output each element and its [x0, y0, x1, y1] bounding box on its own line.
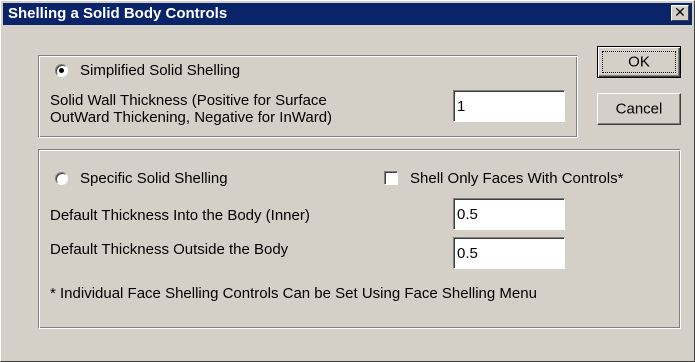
cancel-button[interactable]: Cancel: [597, 93, 681, 125]
dialog-window: Shelling a Solid Body Controls ✕ Simplif…: [0, 0, 695, 362]
wall-thickness-label-line2: OutWard Thickening, Negative for InWard): [50, 109, 333, 126]
simplified-shelling-label[interactable]: Simplified Solid Shelling: [80, 62, 240, 80]
wall-thickness-input[interactable]: [453, 90, 565, 122]
inner-thickness-input[interactable]: [453, 198, 565, 230]
shell-only-faces-checkbox[interactable]: [384, 171, 398, 185]
shell-only-faces-label[interactable]: Shell Only Faces With Controls*: [410, 170, 623, 188]
footnote-text: * Individual Face Shelling Controls Can …: [50, 285, 537, 302]
ok-button[interactable]: OK: [597, 46, 681, 78]
cancel-button-label: Cancel: [615, 100, 663, 118]
inner-thickness-label: Default Thickness Into the Body (Inner): [50, 207, 310, 224]
outer-thickness-input[interactable]: [453, 237, 565, 269]
wall-thickness-label-line1: Solid Wall Thickness (Positive for Surfa…: [50, 92, 327, 109]
window-title: Shelling a Solid Body Controls: [8, 5, 228, 22]
close-icon[interactable]: ✕: [671, 5, 689, 21]
outer-thickness-label: Default Thickness Outside the Body: [50, 241, 289, 258]
specific-shelling-radio[interactable]: [55, 172, 68, 185]
ok-button-label: OK: [628, 53, 650, 71]
specific-shelling-label[interactable]: Specific Solid Shelling: [80, 170, 228, 188]
simplified-shelling-radio[interactable]: [55, 64, 68, 77]
title-bar[interactable]: Shelling a Solid Body Controls ✕: [3, 3, 692, 25]
